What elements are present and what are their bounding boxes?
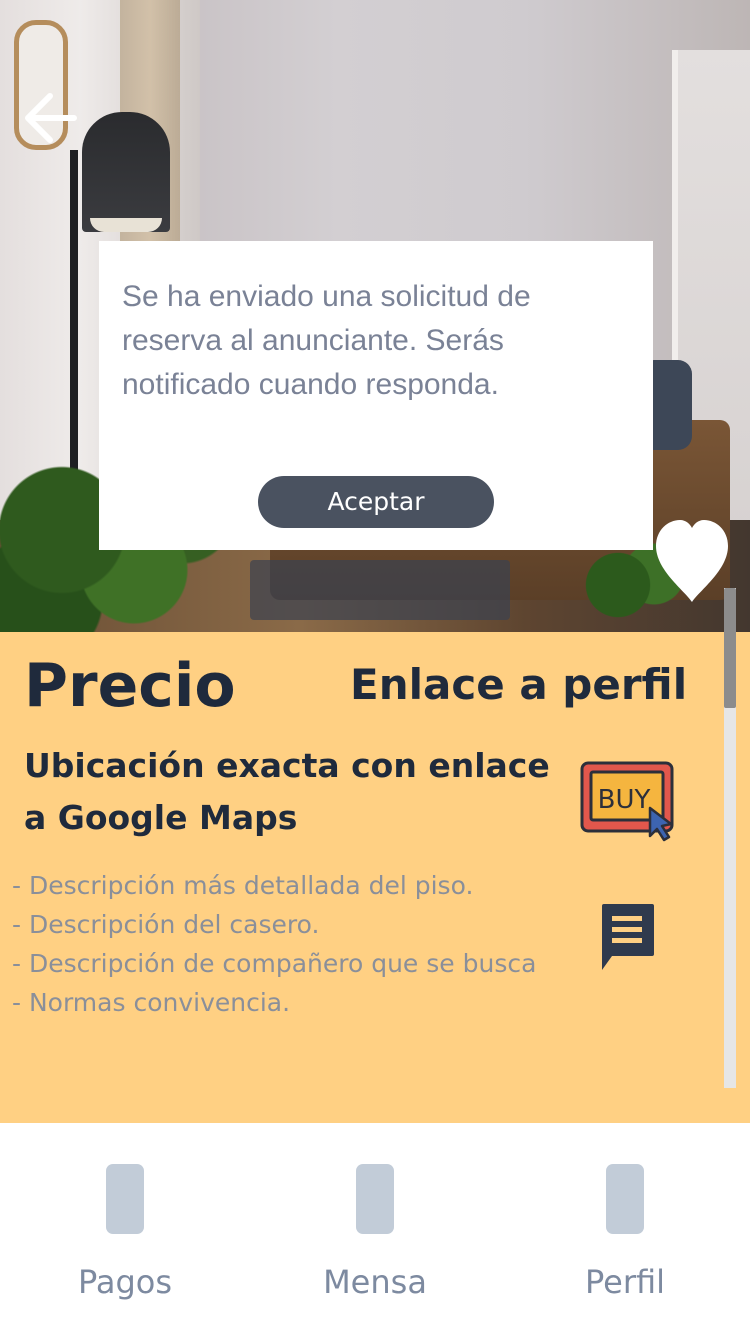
messages-icon [356,1164,394,1234]
favorite-button[interactable] [654,518,730,604]
heart-icon [656,520,728,602]
description-line: - Descripción de compañero que se busca [12,949,537,978]
price-heading: Precio [24,651,236,721]
nav-label: Mensa [323,1263,427,1301]
photo-lamp-shade [82,112,170,232]
listing-detail-screen: Precio Enlace a perfil Ubicación exacta … [0,0,750,1334]
dialog-message: Se ha enviado una solicitud de reserva a… [122,280,531,401]
message-icon [602,904,654,970]
nav-label: Pagos [77,1263,173,1301]
photo-rug [250,560,510,620]
description-line: - Descripción más detallada del piso. [12,871,474,900]
arrow-left-icon [25,93,77,143]
scrollbar-thumb[interactable] [724,588,736,708]
buy-button[interactable]: BUY [580,760,676,844]
buy-button-text: BUY [598,785,651,815]
location-link[interactable]: Ubicación exacta con enlace a Google Map… [24,740,564,844]
accept-button[interactable]: Aceptar [258,476,494,528]
nav-label: Perfil [584,1263,666,1301]
payments-icon [106,1164,144,1234]
reservation-sent-dialog: Se ha enviado una solicitud de reserva a… [99,241,653,550]
description-line: - Normas convivencia. [12,988,291,1017]
profile-icon [606,1164,644,1234]
profile-link[interactable]: Enlace a perfil [350,656,687,714]
nav-item-pagos[interactable]: Pagos [25,1160,225,1310]
listing-description: - Descripción más detallada del piso. - … [12,866,552,1022]
buy-icon: BUY [580,761,674,842]
nav-item-mensa[interactable]: Mensa [275,1160,475,1310]
back-button[interactable] [20,86,80,150]
nav-item-perfil[interactable]: Perfil [525,1160,725,1310]
message-button[interactable] [598,900,656,972]
description-line: - Descripción del casero. [12,910,320,939]
